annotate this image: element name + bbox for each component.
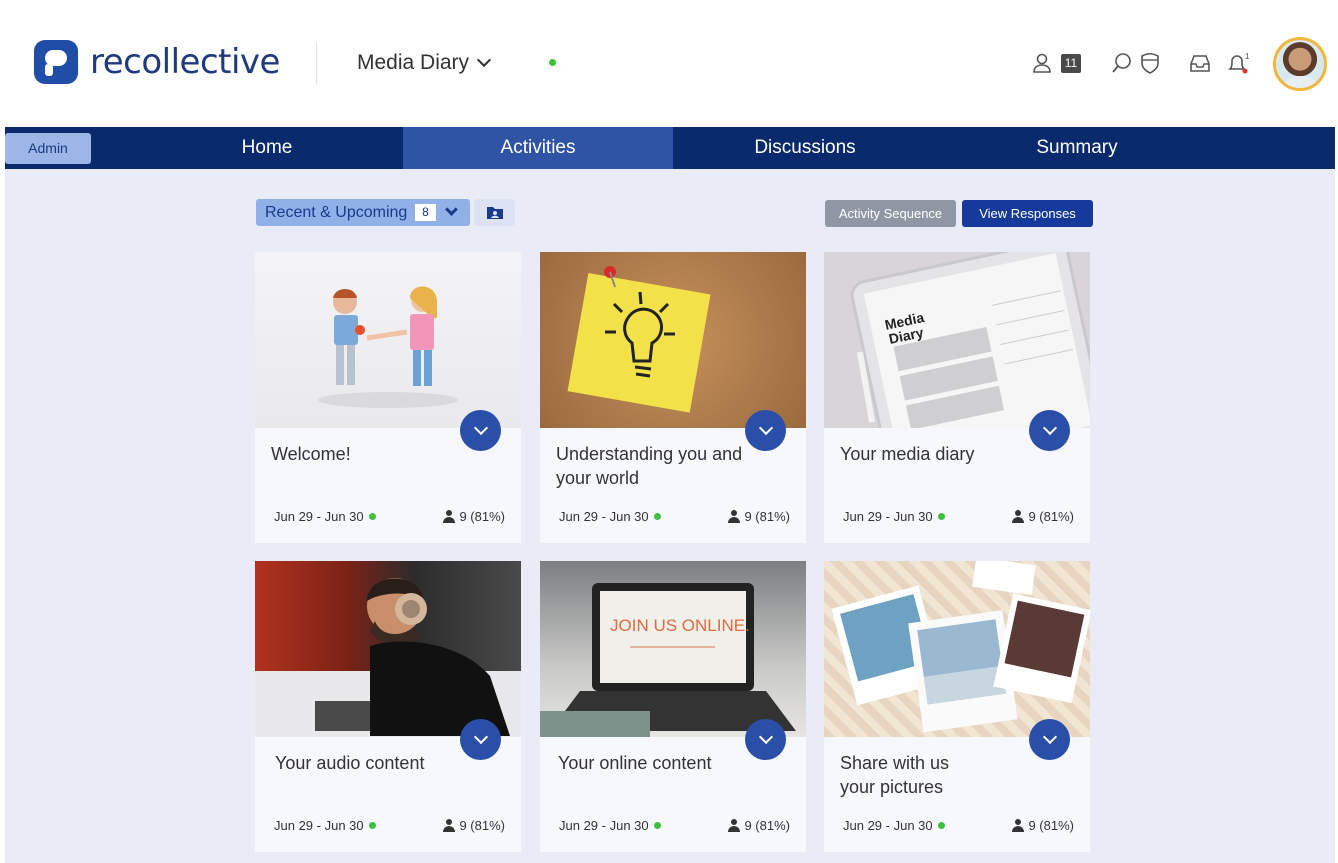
status-dot bbox=[653, 513, 661, 520]
logo-mark-icon bbox=[34, 40, 78, 84]
activity-responses: 9 (81%) bbox=[728, 818, 790, 833]
date-range: Jun 29 - Jun 30 bbox=[559, 509, 649, 524]
toy-figures-image bbox=[318, 286, 458, 408]
tab-summary[interactable]: Summary bbox=[945, 127, 1209, 169]
inbox-icon[interactable] bbox=[1189, 52, 1211, 74]
date-range: Jun 29 - Jun 30 bbox=[274, 818, 364, 833]
tab-discussions[interactable]: Discussions bbox=[673, 127, 937, 169]
response-count: 9 (81%) bbox=[744, 509, 790, 524]
person-icon bbox=[443, 819, 456, 832]
avatar-shirt bbox=[1284, 76, 1318, 88]
activity-responses: 9 (81%) bbox=[1012, 509, 1074, 524]
screen-text: JOIN US ONLINE. bbox=[610, 616, 750, 635]
expand-card-button[interactable] bbox=[1029, 719, 1070, 760]
members-icon[interactable] bbox=[1032, 52, 1054, 74]
person-icon bbox=[443, 510, 456, 523]
person-icon bbox=[1012, 510, 1025, 523]
chevron-down-icon bbox=[445, 203, 458, 216]
online-status-dot bbox=[549, 59, 556, 66]
response-count: 9 (81%) bbox=[459, 818, 505, 833]
activity-responses: 9 (81%) bbox=[443, 509, 505, 524]
date-range: Jun 29 - Jun 30 bbox=[843, 818, 933, 833]
response-count: 9 (81%) bbox=[744, 818, 790, 833]
activity-sequence-button[interactable]: Activity Sequence bbox=[825, 200, 956, 227]
tab-home[interactable]: Home bbox=[135, 127, 399, 169]
top-bar: recollective Media Diary 11 1 bbox=[0, 0, 1338, 127]
view-responses-button[interactable]: View Responses bbox=[962, 200, 1093, 227]
member-count-badge[interactable]: 11 bbox=[1061, 54, 1081, 73]
shield-icon[interactable] bbox=[1139, 52, 1161, 74]
tab-activities[interactable]: Activities bbox=[403, 127, 673, 169]
app-root: recollective Media Diary 11 1 Admin Home… bbox=[0, 0, 1338, 863]
status-dot bbox=[937, 513, 945, 520]
date-range: Jun 29 - Jun 30 bbox=[843, 509, 933, 524]
activity-image: Media Diary bbox=[824, 252, 1090, 428]
activity-card[interactable]: Share with us your pictures Jun 29 - Jun… bbox=[824, 561, 1090, 852]
date-range: Jun 29 - Jun 30 bbox=[274, 509, 364, 524]
main-nav: Admin Home Activities Discussions Summar… bbox=[5, 127, 1335, 169]
activity-title[interactable]: Welcome! bbox=[271, 442, 471, 466]
activity-image bbox=[255, 561, 521, 737]
notifications-bell-icon[interactable]: 1 bbox=[1226, 52, 1252, 74]
activity-image bbox=[255, 252, 521, 428]
activity-dates: Jun 29 - Jun 30 bbox=[559, 509, 661, 524]
activity-dates: Jun 29 - Jun 30 bbox=[559, 818, 661, 833]
filter-count-badge: 8 bbox=[415, 204, 436, 221]
header-divider bbox=[316, 42, 317, 84]
lightbulb-note-image bbox=[567, 266, 711, 413]
activity-image: JOIN US ONLINE. bbox=[540, 561, 806, 737]
folder-button[interactable] bbox=[474, 199, 515, 226]
activity-card[interactable]: JOIN US ONLINE. Your online content Jun … bbox=[540, 561, 806, 852]
activity-title[interactable]: Understanding you and your world bbox=[556, 442, 756, 490]
brand-logo[interactable]: recollective bbox=[34, 40, 280, 84]
activity-card[interactable]: Media Diary Your media diary Jun 29 - Ju… bbox=[824, 252, 1090, 543]
brand-name: recollective bbox=[90, 42, 280, 82]
activity-image bbox=[824, 561, 1090, 737]
activity-title[interactable]: Your online content bbox=[558, 751, 758, 775]
status-dot bbox=[653, 822, 661, 829]
chevron-down-icon bbox=[476, 52, 492, 68]
activity-dates: Jun 29 - Jun 30 bbox=[274, 509, 376, 524]
activity-dates: Jun 29 - Jun 30 bbox=[843, 509, 945, 524]
person-icon bbox=[1012, 819, 1025, 832]
activity-dates: Jun 29 - Jun 30 bbox=[843, 818, 945, 833]
activity-card[interactable]: Your audio content Jun 29 - Jun 30 9 (81… bbox=[255, 561, 521, 852]
polaroid-photos-image bbox=[831, 561, 1090, 733]
admin-button[interactable]: Admin bbox=[5, 133, 91, 164]
activity-responses: 9 (81%) bbox=[728, 509, 790, 524]
user-avatar[interactable] bbox=[1273, 37, 1327, 91]
person-icon bbox=[728, 510, 741, 523]
response-count: 9 (81%) bbox=[1028, 509, 1074, 524]
status-dot bbox=[368, 513, 376, 520]
status-dot bbox=[368, 822, 376, 829]
man-headphones-image bbox=[255, 578, 521, 737]
activity-filter-dropdown[interactable]: Recent & Upcoming 8 bbox=[256, 199, 470, 226]
activity-responses: 9 (81%) bbox=[1012, 818, 1074, 833]
response-count: 9 (81%) bbox=[1028, 818, 1074, 833]
activity-dates: Jun 29 - Jun 30 bbox=[274, 818, 376, 833]
activity-image bbox=[540, 252, 806, 428]
laptop-image: JOIN US ONLINE. bbox=[540, 583, 796, 737]
activity-title[interactable]: Share with us your pictures bbox=[840, 751, 980, 799]
status-dot bbox=[937, 822, 945, 829]
date-range: Jun 29 - Jun 30 bbox=[559, 818, 649, 833]
tablet-diary-image: Media Diary bbox=[850, 252, 1090, 428]
response-count: 9 (81%) bbox=[459, 509, 505, 524]
filter-label: Recent & Upcoming bbox=[265, 204, 408, 221]
activity-title[interactable]: Your audio content bbox=[275, 751, 475, 775]
project-switcher[interactable]: Media Diary bbox=[357, 51, 492, 75]
activity-responses: 9 (81%) bbox=[443, 818, 505, 833]
search-icon[interactable] bbox=[1111, 52, 1133, 74]
activity-card[interactable]: Welcome! Jun 29 - Jun 30 9 (81%) bbox=[255, 252, 521, 543]
person-icon bbox=[728, 819, 741, 832]
folder-icon bbox=[487, 207, 503, 219]
activity-title[interactable]: Your media diary bbox=[840, 442, 1040, 466]
project-name: Media Diary bbox=[357, 51, 470, 74]
svg-text:1: 1 bbox=[1245, 52, 1250, 61]
activity-card[interactable]: Understanding you and your world Jun 29 … bbox=[540, 252, 806, 543]
